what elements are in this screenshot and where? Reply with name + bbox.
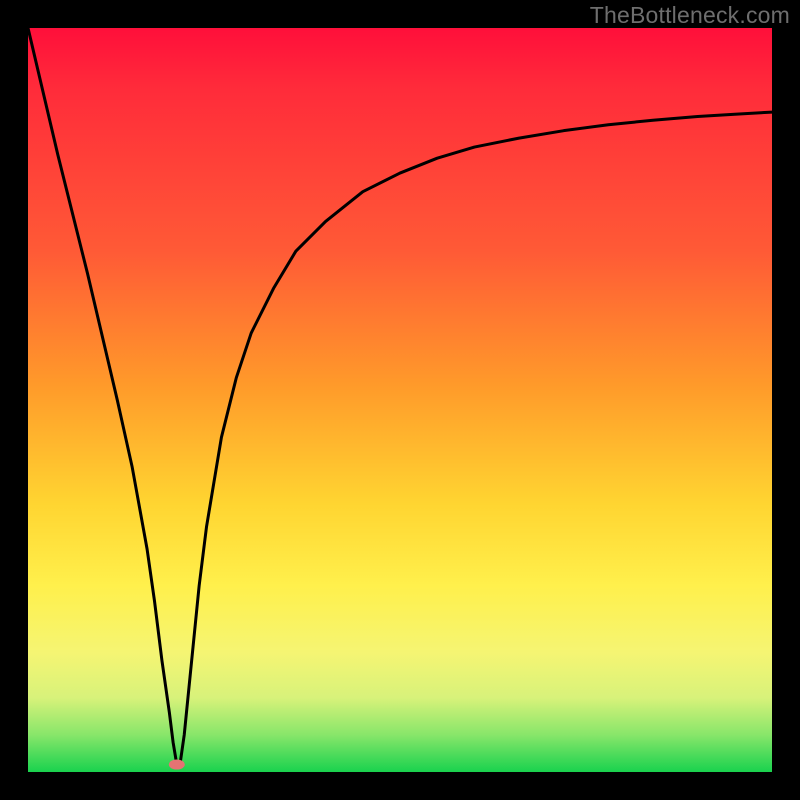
watermark-text: TheBottleneck.com <box>590 2 790 29</box>
chart-stage: TheBottleneck.com <box>0 0 800 800</box>
plot-area <box>28 28 772 772</box>
min-point-marker <box>169 760 185 770</box>
bottleneck-curve <box>28 28 772 772</box>
